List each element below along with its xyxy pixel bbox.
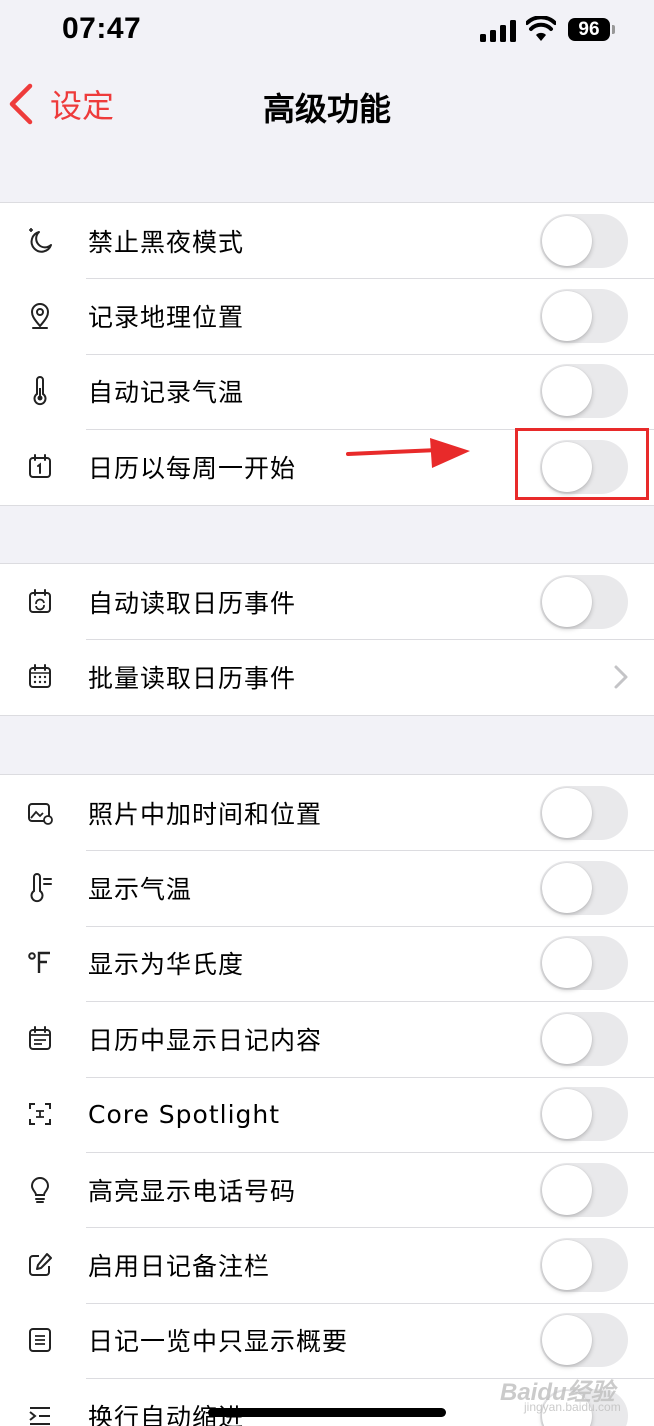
settings-row-label: 高亮显示电话号码 [88, 1176, 297, 1206]
settings-row-photo-time-location: 照片中加时间和位置 [0, 775, 654, 850]
settings-row-enable-diary-notes: 启用日记备注栏 [0, 1227, 654, 1302]
settings-row-highlight-phone: 高亮显示电话号码 [0, 1151, 654, 1227]
record-location-toggle[interactable] [540, 289, 628, 344]
settings-row-label: 显示为华氏度 [88, 950, 245, 980]
moon-stars-icon [24, 225, 56, 257]
home-indicator[interactable] [208, 1408, 446, 1417]
settings-row-record-location: 记录地理位置 [0, 278, 654, 353]
toggle-knob [542, 1164, 592, 1215]
calendar-show-diary-toggle[interactable] [540, 1011, 628, 1066]
settings-row-label: 自动记录气温 [88, 378, 245, 408]
settings-row-auto-read-calendar: 自动读取日历事件 [0, 564, 654, 639]
toggle-knob [542, 1089, 592, 1140]
status-bar: 07:47 96 [0, 0, 654, 62]
photo-location-icon [24, 797, 56, 829]
edit-note-icon [24, 1249, 56, 1281]
settings-group-3: 照片中加时间和位置 显示气温 显示为华氏度 日历中显示日记内容 Core Spo… [0, 774, 654, 1426]
settings-row-label: Core Spotlight [88, 1099, 281, 1129]
settings-row-auto-record-temperature: 自动记录气温 [0, 353, 654, 429]
battery-nub [612, 25, 615, 34]
settings-row-core-spotlight: Core Spotlight [0, 1076, 654, 1152]
calendar-one-icon [24, 451, 56, 483]
calendar-list-icon [24, 1023, 56, 1055]
toggle-knob [542, 1315, 592, 1366]
settings-row-batch-read-calendar[interactable]: 批量读取日历事件 [0, 639, 654, 714]
annotation-arrow-icon [346, 438, 470, 468]
page-title: 高级功能 [262, 90, 391, 128]
toggle-knob [542, 1013, 592, 1064]
enable-diary-notes-toggle[interactable] [540, 1238, 628, 1293]
annotation-highlight-box [515, 428, 649, 500]
wifi-icon [526, 16, 556, 41]
settings-row-label: 启用日记备注栏 [88, 1252, 271, 1282]
indent-icon [24, 1400, 56, 1426]
location-pin-icon [24, 300, 56, 332]
toggle-knob [542, 787, 592, 838]
fahrenheit-toggle[interactable] [540, 936, 628, 991]
toggle-knob [542, 576, 592, 627]
photo-time-location-toggle[interactable] [540, 785, 628, 840]
calendar-grid-icon [24, 661, 56, 693]
settings-row-label: 日历以每周一开始 [88, 453, 297, 483]
fahrenheit-icon [24, 947, 56, 979]
toggle-knob [542, 215, 592, 266]
settings-group-2: 自动读取日历事件 批量读取日历事件 [0, 563, 654, 716]
watermark-url: jingyan.baidu.com [524, 1400, 621, 1414]
navigation-bar: 设定 高级功能 [0, 62, 654, 150]
toggle-knob [542, 938, 592, 989]
cellular-signal-icon [480, 20, 516, 42]
settings-row-label: 照片中加时间和位置 [88, 799, 323, 829]
battery-indicator: 96 [568, 18, 610, 41]
toggle-knob [542, 291, 592, 342]
show-temperature-toggle[interactable] [540, 861, 628, 916]
toggle-knob [542, 1240, 592, 1291]
highlight-phone-toggle[interactable] [540, 1162, 628, 1217]
summary-only-toggle[interactable] [540, 1313, 628, 1368]
spotlight-scan-icon [24, 1098, 56, 1130]
settings-row-disable-dark-mode: 禁止黑夜模式 [0, 203, 654, 278]
settings-row-calendar-show-diary: 日历中显示日记内容 [0, 1001, 654, 1076]
lightbulb-icon [24, 1174, 56, 1206]
settings-row-label: 禁止黑夜模式 [88, 227, 245, 257]
chevron-right-icon [614, 665, 628, 689]
auto-record-temperature-toggle[interactable] [540, 364, 628, 419]
document-lines-icon [24, 1324, 56, 1356]
toggle-knob [542, 366, 592, 417]
toggle-knob [542, 863, 592, 914]
thermometer-lines-icon [24, 872, 56, 904]
settings-row-label: 批量读取日历事件 [88, 664, 297, 694]
settings-row-show-temperature: 显示气温 [0, 850, 654, 925]
status-time: 07:47 [62, 12, 142, 45]
disable-dark-mode-toggle[interactable] [540, 213, 628, 268]
settings-row-label: 显示气温 [88, 875, 193, 905]
settings-row-fahrenheit: 显示为华氏度 [0, 925, 654, 1001]
core-spotlight-toggle[interactable] [540, 1087, 628, 1142]
thermometer-icon [24, 375, 56, 407]
settings-row-label: 记录地理位置 [88, 303, 245, 333]
settings-row-label: 日历中显示日记内容 [88, 1025, 323, 1055]
settings-row-summary-only: 日记一览中只显示概要 [0, 1302, 654, 1378]
calendar-sync-icon [24, 586, 56, 618]
auto-read-calendar-toggle[interactable] [540, 574, 628, 629]
settings-row-label: 自动读取日历事件 [88, 588, 297, 618]
settings-row-label: 日记一览中只显示概要 [88, 1327, 349, 1357]
